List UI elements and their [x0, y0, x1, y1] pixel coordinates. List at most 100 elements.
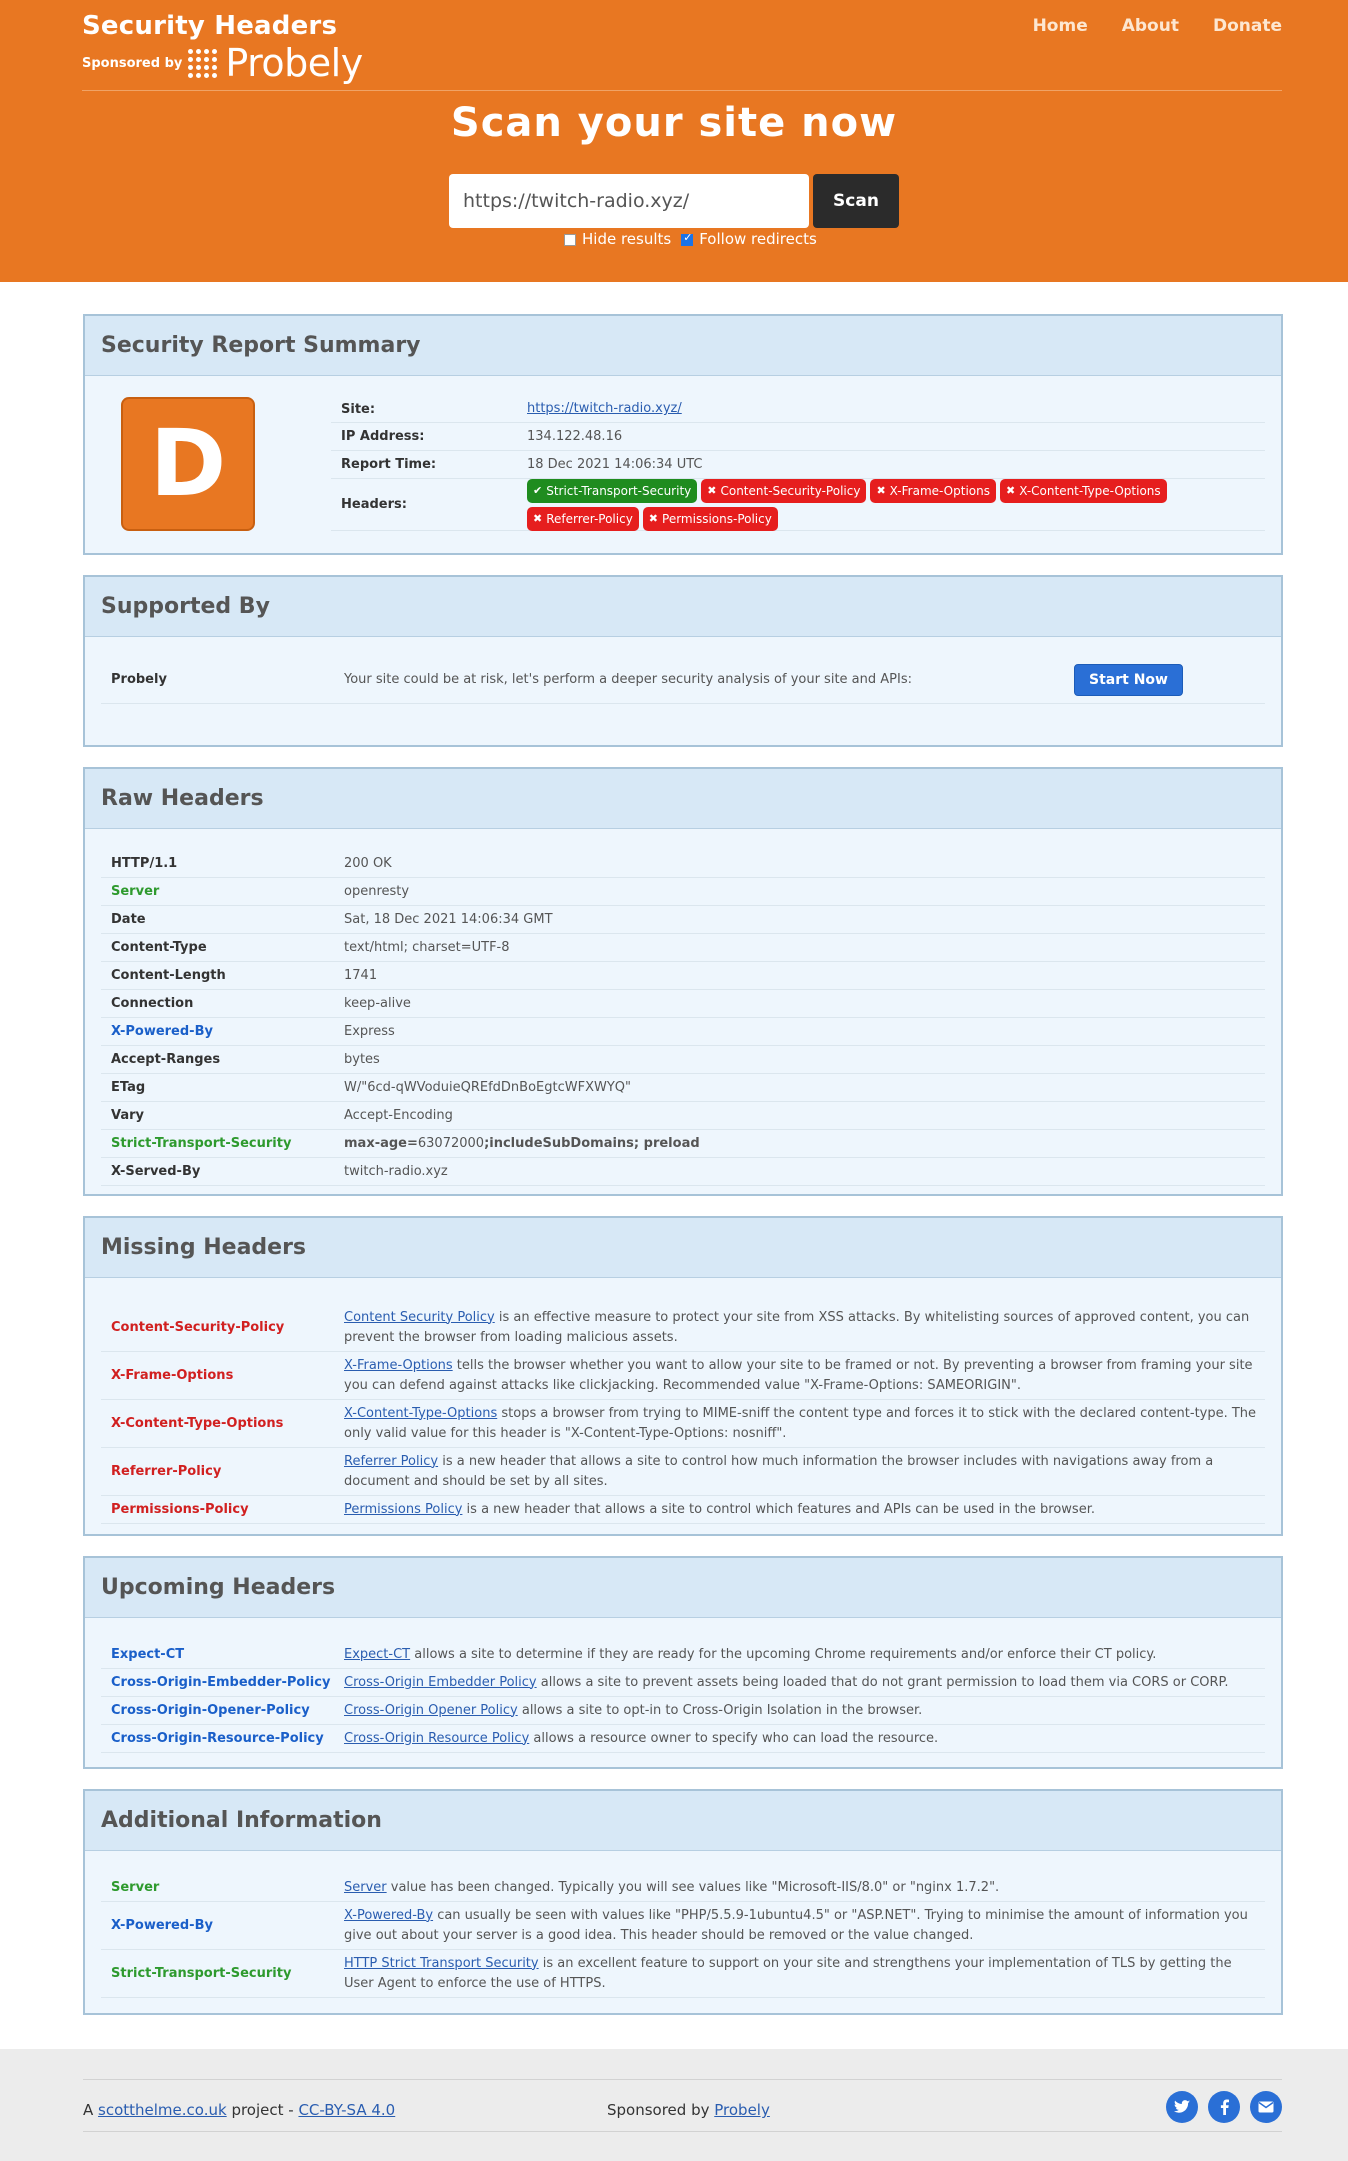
twitter-icon[interactable] [1166, 2091, 1198, 2123]
license-link[interactable]: CC-BY-SA 4.0 [298, 2101, 395, 2119]
doc-link[interactable]: Referrer Policy [344, 1454, 438, 1469]
nav-home[interactable]: Home [1033, 16, 1088, 36]
header-divider [82, 90, 1282, 91]
follow-redirects-checkbox[interactable] [681, 231, 694, 246]
header-description: Content Security Policy is an effective … [344, 1309, 1250, 1345]
table-row: Server openresty [101, 878, 1265, 906]
badge-x-frame-options: ✖ X-Frame-Options [870, 478, 996, 503]
header-value: keep-alive [344, 995, 411, 1011]
header-name: X-Content-Type-Options [111, 1416, 284, 1431]
missing-headers-panel: Missing Headers Content-Security-Policy C… [83, 1216, 1283, 1536]
summary-title: Security Report Summary [85, 316, 1281, 376]
site-link[interactable]: https://twitch-radio.xyz/ [527, 401, 682, 416]
time-value: 18 Dec 2021 14:06:34 UTC [527, 456, 703, 472]
nav-about[interactable]: About [1122, 16, 1179, 36]
table-row: Strict-Transport-Security max-age=6307200… [101, 1130, 1265, 1158]
table-row: Server Server value has been changed. Typ… [101, 1874, 1265, 1902]
doc-link[interactable]: Server [344, 1880, 387, 1895]
header-value: 200 OK [344, 855, 392, 871]
header-name: Date [111, 912, 146, 927]
header-name: X-Powered-By [111, 1024, 213, 1039]
header-value: bytes [344, 1051, 380, 1067]
header-name: Accept-Ranges [111, 1052, 221, 1067]
doc-link[interactable]: Expect-CT [344, 1647, 410, 1662]
doc-link[interactable]: X-Content-Type-Options [344, 1406, 497, 1421]
table-row: ETag W/"6cd-qWVoduieQREfdDnBoEgtcWFXWYQ" [101, 1074, 1265, 1102]
raw-headers-panel: Raw Headers HTTP/1.1 200 OK Server openres… [83, 767, 1283, 1196]
doc-link[interactable]: X-Powered-By [344, 1908, 433, 1923]
header-value: text/html; charset=UTF-8 [344, 939, 510, 955]
sponsor-logo-name: Probely [225, 41, 363, 85]
missing-headers-title: Missing Headers [85, 1218, 1281, 1278]
doc-link[interactable]: Cross-Origin Embedder Policy [344, 1675, 537, 1690]
header-name: X-Frame-Options [111, 1368, 234, 1383]
header-description: Server value has been changed. Typically… [344, 1879, 1000, 1895]
doc-link[interactable]: Cross-Origin Opener Policy [344, 1703, 518, 1718]
header-name: Connection [111, 996, 194, 1011]
badge-permissions-policy: ✖ Permissions-Policy [642, 506, 778, 531]
sponsored-by-text: Sponsored by [82, 55, 183, 71]
x-icon: ✖ [707, 483, 717, 497]
header-description: Permissions Policy is a new header that … [344, 1501, 1095, 1517]
summary-row-site: Site: https://twitch-radio.xyz/ [331, 396, 1265, 423]
scan-options: Hide results Follow redirects [564, 230, 817, 248]
header-name: Server [111, 884, 160, 899]
supported-title: Supported By [85, 577, 1281, 637]
header-name: Content-Length [111, 968, 226, 983]
nav-donate[interactable]: Donate [1213, 16, 1282, 36]
header-name: Cross-Origin-Embedder-Policy [111, 1675, 331, 1690]
facebook-icon[interactable] [1208, 2091, 1240, 2123]
scan-url-input[interactable] [449, 174, 809, 228]
header-name: Cross-Origin-Opener-Policy [111, 1703, 310, 1718]
header-badges: ✔ Strict-Transport-Security ✖ Content-Secu… [527, 476, 1207, 534]
brand[interactable]: Security Headers Sponsored by Probely [82, 10, 363, 82]
table-row: Vary Accept-Encoding [101, 1102, 1265, 1130]
author-link[interactable]: scotthelme.co.uk [98, 2101, 227, 2119]
doc-link[interactable]: Permissions Policy [344, 1502, 462, 1517]
upcoming-headers-table: Expect-CT Expect-CT allows a site to dete… [101, 1641, 1265, 1753]
sponsor-link[interactable]: Probely [714, 2101, 770, 2119]
badge-referrer-policy: ✖ Referrer-Policy [527, 506, 639, 531]
header-name: Referrer-Policy [111, 1464, 222, 1479]
header-name: Strict-Transport-Security [111, 1136, 292, 1151]
scan-button[interactable]: Scan [813, 174, 899, 228]
check-icon: ✔ [533, 483, 543, 497]
header-name: ETag [111, 1080, 146, 1095]
hide-results-label[interactable]: Hide results [582, 230, 671, 248]
header-value: openresty [344, 883, 410, 899]
header-value: max-age=63072000;includeSubDomains; prel… [344, 1134, 1265, 1154]
upcoming-headers-panel: Upcoming Headers Expect-CT Expect-CT allo… [83, 1556, 1283, 1769]
table-row: Referrer-Policy Referrer Policy is a new … [101, 1448, 1265, 1496]
doc-link[interactable]: HTTP Strict Transport Security [344, 1956, 539, 1971]
doc-link[interactable]: X-Frame-Options [344, 1358, 453, 1373]
table-row: Permissions-Policy Permissions Policy is … [101, 1496, 1265, 1524]
doc-link[interactable]: Content Security Policy [344, 1310, 495, 1325]
supported-row: Probely Your site could be at risk, let'… [101, 656, 1265, 704]
header-name: HTTP/1.1 [111, 856, 178, 871]
header-value: 1741 [344, 967, 378, 983]
badge-content-security-policy: ✖ Content-Security-Policy [701, 478, 867, 503]
probely-logo-icon [188, 48, 218, 78]
header-description: Expect-CT allows a site to determine if … [344, 1646, 1157, 1662]
summary-table: Site: https://twitch-radio.xyz/ IP Addre… [331, 396, 1265, 531]
scan-form: Scan [449, 174, 899, 228]
header-name: Content-Type [111, 940, 207, 955]
raw-headers-table: HTTP/1.1 200 OK Server openresty Date Sat, … [101, 850, 1265, 1186]
start-now-button[interactable]: Start Now [1074, 663, 1183, 696]
brand-title: Security Headers [82, 11, 338, 41]
footer-sponsor: Sponsored by Probely [607, 2101, 770, 2119]
header-description: X-Content-Type-Options stops a browser f… [344, 1405, 1257, 1441]
table-row: Strict-Transport-Security HTTP Strict Tra… [101, 1950, 1265, 1998]
follow-redirects-label[interactable]: Follow redirects [699, 230, 817, 248]
hide-results-checkbox[interactable] [564, 234, 576, 246]
header-description: Cross-Origin Resource Policy allows a re… [344, 1730, 939, 1746]
doc-link[interactable]: Cross-Origin Resource Policy [344, 1731, 529, 1746]
header-value: Express [344, 1023, 395, 1039]
table-row: Cross-Origin-Resource-Policy Cross-Origin… [101, 1725, 1265, 1753]
headers-label: Headers: [341, 497, 407, 512]
header-value: Sat, 18 Dec 2021 14:06:34 GMT [344, 911, 553, 927]
hsts-max-age-key: max-age= [344, 1135, 418, 1151]
footer-divider [83, 2131, 1282, 2132]
table-row: Cross-Origin-Embedder-Policy Cross-Origin… [101, 1669, 1265, 1697]
email-icon[interactable] [1250, 2091, 1282, 2123]
